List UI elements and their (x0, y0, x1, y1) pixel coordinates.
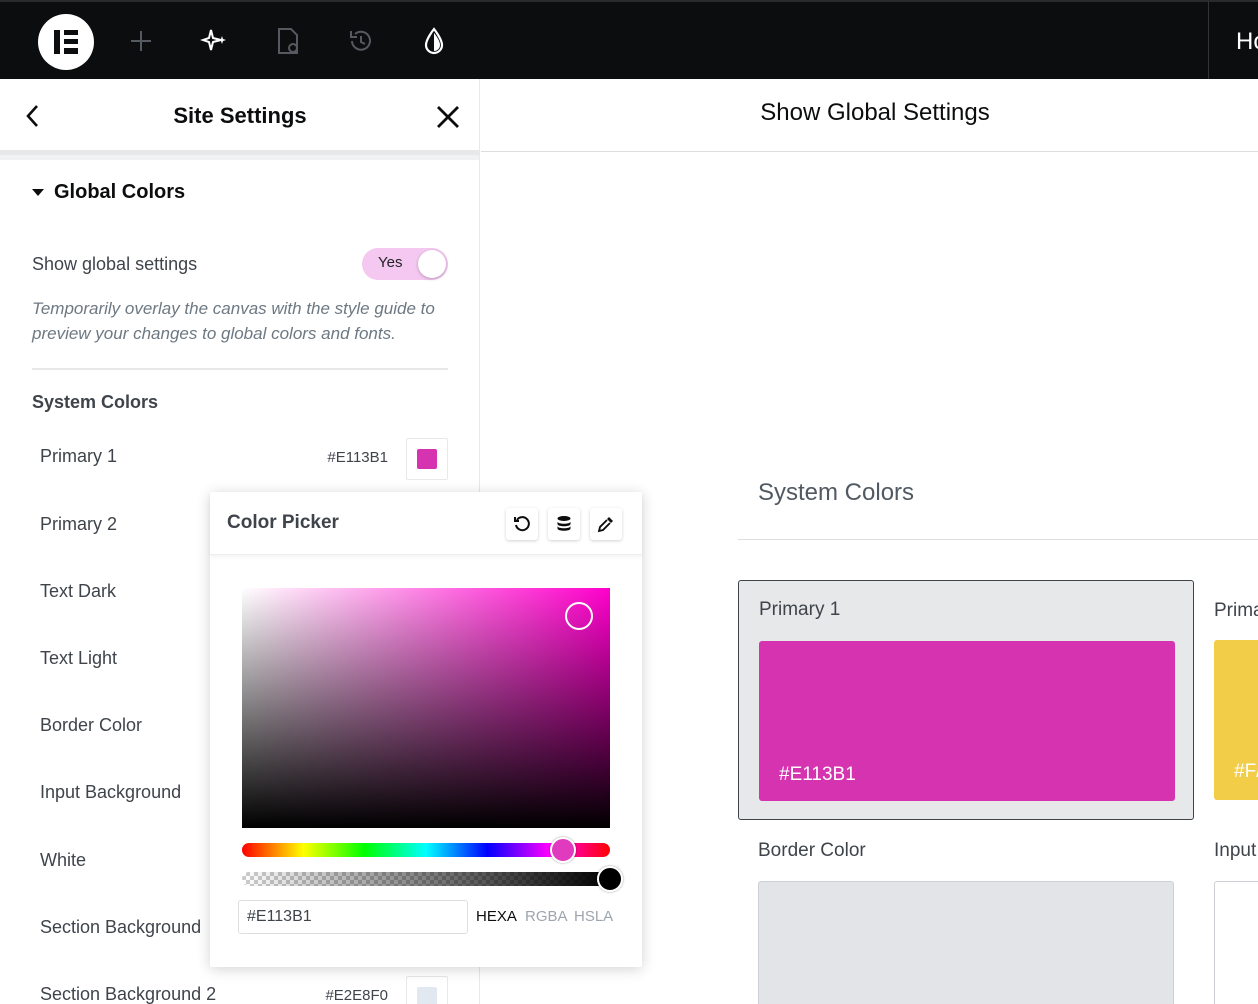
preview-divider (738, 539, 1258, 540)
toggle-knob (418, 250, 446, 278)
format-hexa[interactable]: HEXA (476, 908, 517, 925)
sparkle-ai-icon[interactable] (197, 24, 231, 58)
panel-title: Site Settings (173, 103, 307, 128)
color-name: Text Light (40, 648, 118, 668)
global-colors-section-toggle[interactable]: Global Colors (32, 181, 185, 204)
color-name: Input Background (40, 782, 182, 802)
top-bar: Ho (0, 0, 1258, 81)
color-row-primary-1[interactable]: Primary 1 #E113B1 (40, 438, 450, 480)
color-name: Primary 2 (40, 514, 118, 534)
color-name: Text Dark (40, 581, 117, 601)
canvas-title: Show Global Settings (760, 99, 990, 126)
help-text: Temporarily overlay the canvas with the … (32, 299, 435, 343)
history-icon[interactable] (344, 24, 378, 58)
preview-card-primary-1[interactable]: Primary 1 #E113B1 (738, 580, 1194, 820)
color-picker-title: Color Picker (227, 512, 339, 533)
preview-color-name-2: Prima (1214, 600, 1258, 621)
color-picker-header: Color Picker (210, 492, 642, 555)
color-swatch (417, 449, 437, 469)
color-hex: #E2E8F0 (325, 987, 388, 1004)
color-name: Section Background 2 (40, 984, 217, 1004)
show-global-settings-toggle[interactable]: Yes (362, 248, 448, 280)
hex-input[interactable] (238, 900, 468, 934)
preview-color-name: Primary 1 (759, 599, 841, 620)
reset-icon[interactable] (506, 508, 538, 540)
preview-input-label: Input (1214, 840, 1257, 861)
caret-down-icon (32, 189, 44, 196)
add-element-icon[interactable] (124, 24, 158, 58)
canvas-header: Show Global Settings (481, 79, 1258, 152)
preview-input-swatch[interactable] (1214, 881, 1258, 1004)
preview-border-color-label: Border Color (758, 840, 866, 861)
color-name: Border Color (40, 715, 143, 735)
color-name: Primary 1 (40, 446, 118, 466)
saturation-cursor[interactable] (565, 602, 593, 630)
eyedropper-icon[interactable] (590, 508, 622, 540)
show-global-settings-label: Show global settings (32, 254, 198, 274)
color-swatch (417, 987, 437, 1004)
preview-system-colors-title: System Colors (758, 479, 915, 506)
preview-color-hex: #E113B1 (779, 764, 856, 785)
color-picker-popover: Color Picker HEXA RGBA HSLA (210, 492, 642, 967)
global-colors-database-icon[interactable] (548, 508, 580, 540)
divider (32, 368, 448, 370)
format-hsla[interactable]: HSLA (574, 908, 613, 925)
document-title[interactable]: Ho (1236, 28, 1258, 56)
panel-header: Site Settings (0, 79, 479, 155)
close-icon[interactable] (434, 103, 462, 131)
hue-slider[interactable] (242, 837, 610, 863)
page-settings-icon[interactable] (271, 24, 305, 58)
system-colors-title: System Colors (32, 392, 159, 412)
format-rgba[interactable]: RGBA (525, 908, 568, 925)
hue-thumb[interactable] (550, 837, 576, 863)
toggle-label: Yes (378, 254, 403, 271)
saturation-area[interactable] (242, 588, 610, 828)
preview-color-swatch: #E113B1 (759, 641, 1175, 801)
color-name: Section Background (40, 917, 202, 937)
alpha-thumb[interactable] (597, 866, 623, 892)
color-hex: #E113B1 (327, 449, 388, 466)
color-row-section-background-2[interactable]: Section Background 2 #E2E8F0 (40, 976, 450, 1004)
color-swatch-button[interactable] (406, 438, 448, 480)
color-swatch-button[interactable] (406, 976, 448, 1004)
color-name: White (40, 850, 87, 870)
elementor-logo-icon[interactable] (38, 14, 94, 70)
preview-color-hex-2: #F/ (1234, 761, 1258, 782)
topbar-divider (1208, 2, 1209, 81)
alpha-slider[interactable] (242, 866, 623, 892)
site-style-drop-icon[interactable] (417, 24, 451, 58)
preview-border-color-swatch[interactable] (758, 881, 1174, 1004)
section-title: Global Colors (54, 181, 186, 203)
